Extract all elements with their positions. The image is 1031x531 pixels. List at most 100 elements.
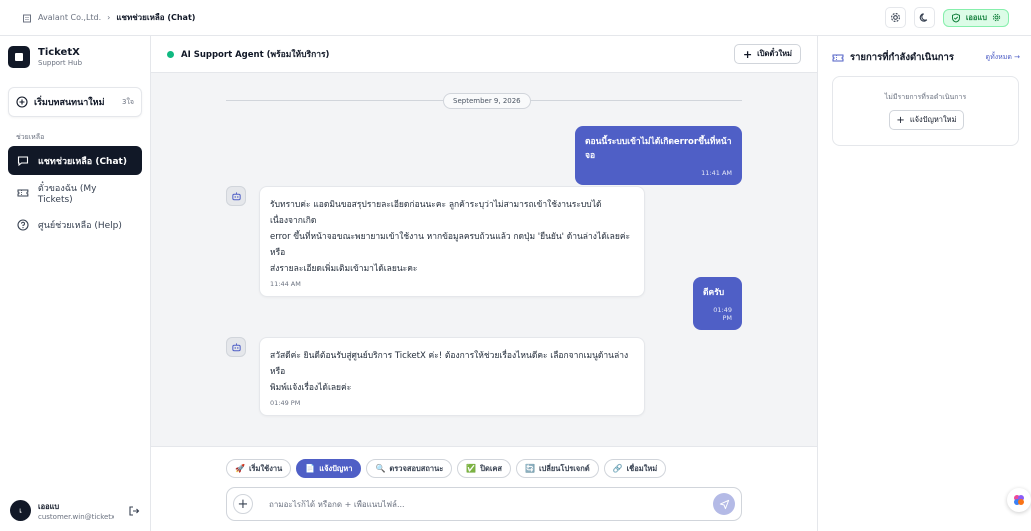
message-input-box: + xyxy=(226,487,742,521)
message-text: ตอนนี้ระบบเข้าไม่ได้เกิดerrorขึ้นที่หน้า… xyxy=(585,137,732,161)
user-message: ตอนนี้ระบบเข้าไม่ได้เกิดerrorขึ้นที่หน้า… xyxy=(575,126,742,185)
ticket-icon xyxy=(832,54,844,61)
chip-label: แจ้งปัญหา xyxy=(319,463,353,473)
bot-message: รับทราบค่ะ แอดมินขอสรุปรายละเอียดก่อนนะค… xyxy=(259,186,645,297)
top-bar: Avalant Co.,Ltd. › แชทช่วยเหลือ (Chat) เ… xyxy=(0,0,1031,36)
new-chat-button[interactable]: เริ่มบทสนทนาใหม่ 3ใจ xyxy=(8,87,142,117)
sparkle-icon xyxy=(1014,495,1024,505)
chip-label: เปลี่ยนโปรเจกต์ xyxy=(538,463,590,473)
message-time: 01:49 PM xyxy=(713,306,732,322)
building-icon xyxy=(23,14,31,22)
breadcrumb: Avalant Co.,Ltd. › แชทช่วยเหลือ (Chat) xyxy=(22,11,195,24)
chat-icon xyxy=(17,155,29,166)
agent-name: AI Support Agent (พร้อมให้บริการ) xyxy=(181,50,330,60)
user-email: customer.win@ticketx.com xyxy=(38,512,114,521)
message-time: 11:44 AM xyxy=(270,280,301,288)
status-badge[interactable]: เออแบ xyxy=(942,8,1009,27)
sidebar-item-help[interactable]: ศูนย์ช่วยเหลือ (Help) xyxy=(8,210,142,239)
link-icon: 🔗 xyxy=(612,464,623,473)
sidebar-item-chat[interactable]: แชทช่วยเหลือ (Chat) xyxy=(8,146,142,175)
message-line: สวัสดีค่ะ ยินดีต้อนรับสู่ศูนย์บริการ Tic… xyxy=(270,351,629,377)
message-line: รับทราบค่ะ แอดมินขอสรุปรายละเอียดก่อนนะค… xyxy=(270,200,602,226)
online-status-dot xyxy=(167,50,174,58)
chip-label: เริ่มใช้งาน xyxy=(248,463,283,473)
chip-close-case[interactable]: ✅ ปิดเคส xyxy=(457,459,512,478)
settings-button[interactable] xyxy=(884,7,906,28)
message-line: ส่งรายละเอียดเพิ่มเติมเข้ามาได้เลยนะคะ xyxy=(270,264,418,274)
breadcrumb-company[interactable]: Avalant Co.,Ltd. xyxy=(38,13,101,22)
view-all-link[interactable]: ดูทั้งหมด → xyxy=(986,52,1020,63)
bot-icon xyxy=(231,191,241,200)
message-time: 11:41 AM xyxy=(701,169,732,177)
user-name: เออแบ xyxy=(38,501,60,511)
chip-label: ตรวจสอบสถานะ xyxy=(389,463,444,473)
logo-icon xyxy=(8,46,30,68)
chip-switch-project[interactable]: 🔄 เปลี่ยนโปรเจกต์ xyxy=(516,459,599,478)
composer: 🚀 เริ่มใช้งาน 📄 แจ้งปัญหา 🔍 ตรวจสอบสถานะ ✅ ป… xyxy=(151,446,817,531)
message-input[interactable] xyxy=(269,499,713,509)
right-panel-title: รายการที่กำลังดำเนินการ xyxy=(850,52,954,63)
sidebar: TicketX Support Hub เริ่มบทสนทนาใหม่ 3ใจ… xyxy=(0,36,151,531)
plus-icon: + xyxy=(896,114,905,126)
refresh-icon: 🔄 xyxy=(525,464,535,473)
arrow-right-icon: → xyxy=(1014,53,1020,61)
theme-toggle-button[interactable] xyxy=(913,7,935,28)
date-separator: September 9, 2026 xyxy=(443,93,531,109)
document-icon: 📄 xyxy=(305,464,316,473)
moon-icon xyxy=(919,13,928,22)
sidebar-item-tickets[interactable]: ตั๋วของฉัน (My Tickets) xyxy=(8,178,142,207)
message-line: พิมพ์แจ้งเรื่องได้เลยค่ะ xyxy=(270,383,352,393)
pending-items-card: ไม่มีรายการที่รอดำเนินการ + แจ้งปัญหาใหม… xyxy=(832,76,1019,146)
chip-reconnect[interactable]: 🔗 เชื่อมใหม่ xyxy=(603,459,667,478)
chip-label: ปิดเคส xyxy=(480,463,503,473)
chip-report-issue[interactable]: 📄 แจ้งปัญหา xyxy=(296,459,362,478)
chat-messages[interactable]: September 9, 2026 ตอนนี้ระบบเข้าไม่ได้เก… xyxy=(151,73,817,446)
bot-message: สวัสดีค่ะ ยินดีต้อนรับสู่ศูนย์บริการ Tic… xyxy=(259,337,645,416)
rocket-icon: 🚀 xyxy=(235,464,245,473)
message-time: 01:49 PM xyxy=(270,399,301,407)
help-icon xyxy=(17,218,29,231)
plus-circle-icon xyxy=(16,96,28,108)
ticket-icon xyxy=(17,189,29,196)
open-ticket-button[interactable]: + เปิดตั๋วใหม่ xyxy=(733,44,801,64)
right-panel-header: รายการที่กำลังดำเนินการ ดูทั้งหมด → xyxy=(832,50,1020,65)
floating-assistant-button[interactable] xyxy=(1007,488,1031,512)
send-button[interactable] xyxy=(713,493,735,515)
user-message: ดีครับ 01:49 PM xyxy=(693,277,742,330)
report-new-issue-button[interactable]: + แจ้งปัญหาใหม่ xyxy=(889,110,964,130)
right-panel: รายการที่กำลังดำเนินการ ดูทั้งหมด → ไม่ม… xyxy=(817,36,1031,531)
plus-icon: + xyxy=(742,47,753,61)
message-text: ดีครับ xyxy=(703,288,725,298)
bot-avatar xyxy=(226,186,246,206)
chip-check-status[interactable]: 🔍 ตรวจสอบสถานะ xyxy=(366,459,453,478)
chat-header: AI Support Agent (พร้อมให้บริการ) + เปิด… xyxy=(151,36,817,73)
sidebar-item-label: ศูนย์ช่วยเหลือ (Help) xyxy=(38,220,122,231)
new-chat-shortcut: 3ใจ xyxy=(122,97,134,106)
new-chat-label: เริ่มบทสนทนาใหม่ xyxy=(34,98,105,108)
brand-subtitle: Support Hub xyxy=(38,58,83,67)
bot-avatar xyxy=(226,337,246,357)
status-badge-label: เออแบ xyxy=(965,12,987,22)
plus-icon: + xyxy=(237,496,249,512)
chip-get-started[interactable]: 🚀 เริ่มใช้งาน xyxy=(226,459,292,478)
empty-state-text: ไม่มีรายการที่รอดำเนินการ xyxy=(884,93,967,101)
gear-icon xyxy=(890,13,900,22)
open-ticket-label: เปิดตั๋วใหม่ xyxy=(757,49,792,58)
quick-action-chips: 🚀 เริ่มใช้งาน 📄 แจ้งปัญหา 🔍 ตรวจสอบสถานะ ✅ ป… xyxy=(226,459,667,478)
chevron-right-icon: › xyxy=(107,13,111,22)
check-box-icon: ✅ xyxy=(466,464,477,473)
brand[interactable]: TicketX Support Hub xyxy=(8,46,82,68)
gear-icon xyxy=(992,13,1001,22)
avatar: เ xyxy=(10,500,31,521)
brand-name: TicketX xyxy=(38,46,80,58)
attach-button[interactable]: + xyxy=(233,494,253,514)
bot-icon xyxy=(231,342,241,351)
report-new-issue-label: แจ้งปัญหาใหม่ xyxy=(909,115,957,124)
sidebar-item-label: ตั๋วของฉัน (My Tickets) xyxy=(37,183,97,205)
section-label: ช่วยเหลือ xyxy=(16,133,45,141)
user-profile[interactable]: เ เออแบ customer.win@ticketx.com xyxy=(10,500,140,521)
chip-label: เชื่อมใหม่ xyxy=(626,463,658,473)
shield-check-icon xyxy=(951,12,960,23)
logout-icon[interactable] xyxy=(128,505,140,517)
magnifier-icon: 🔍 xyxy=(375,464,386,473)
